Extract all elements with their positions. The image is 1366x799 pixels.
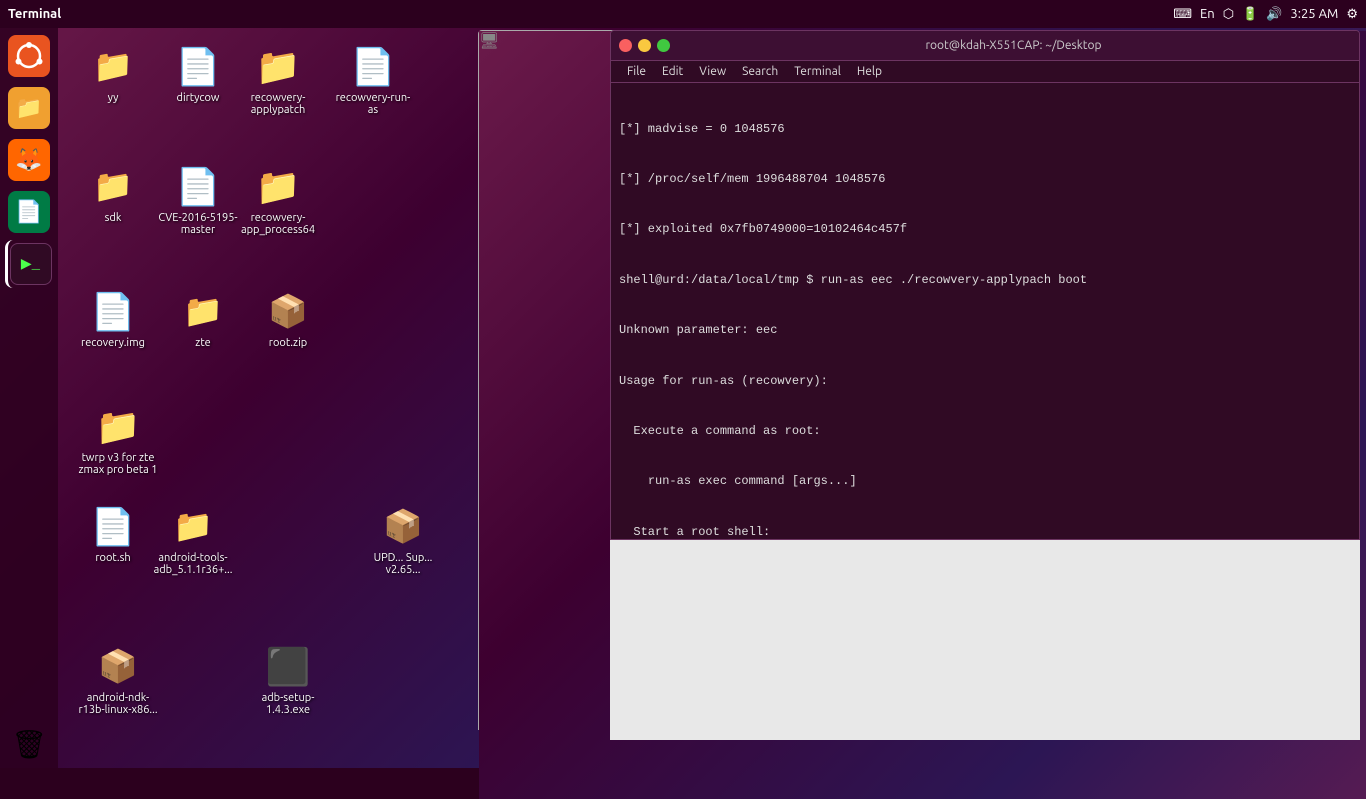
desktop-icon-zte[interactable]: 📁 zte	[158, 283, 248, 353]
panel-left: Terminal	[0, 7, 61, 21]
term-line-8: run-as exec command [args...]	[619, 473, 1351, 490]
folder-recowvery-app-icon: 📁	[254, 162, 302, 210]
file-recowvery-run-as-icon: 📄	[349, 42, 397, 90]
icon-label-cve: CVE-2016-5195-master	[157, 212, 239, 236]
bluetooth-icon[interactable]: ⬡	[1223, 7, 1234, 22]
terminal-scroll-area	[610, 540, 1360, 740]
term-line-6: Usage for run-as (recowvery):	[619, 373, 1351, 390]
firefox-icon: 🦊	[8, 139, 50, 181]
desktop-icon-yy[interactable]: 📁 yy	[68, 38, 158, 108]
libreoffice-icon: 📄	[8, 191, 50, 233]
file-cve-icon: 📄	[174, 162, 222, 210]
top-panel: Terminal ⌨ En ⬡ 🔋 🔊 3:25 AM ⚙	[0, 0, 1366, 28]
term-menu-file[interactable]: File	[619, 63, 654, 80]
launcher-terminal[interactable]: ▶_	[5, 240, 53, 288]
folder-adb-tools-icon: 📁	[169, 502, 217, 550]
clock: 3:25 AM	[1290, 7, 1338, 21]
files-icon: 📁	[8, 87, 50, 129]
exe-adb-setup-icon: ⬛	[264, 642, 312, 690]
term-menu-search[interactable]: Search	[734, 63, 786, 80]
desktop-icon-adb-setup[interactable]: ⬛ adb-setup-1.4.3.exe	[243, 638, 333, 720]
icon-label-yy: yy	[108, 92, 119, 104]
launcher-libreoffice[interactable]: 📄	[5, 188, 53, 236]
desktop-icon-adb-tools[interactable]: 📁 android-tools-adb_5.1.1r36+...	[148, 498, 238, 580]
desktop-icon-recovery-img[interactable]: 📄 recovery.img	[68, 283, 158, 353]
term-close-button[interactable]	[619, 39, 632, 52]
launcher-files[interactable]: 📁	[5, 84, 53, 132]
term-titlebar: root@kdah-X551CAP: ~/Desktop	[611, 31, 1359, 61]
term-line-7: Execute a command as root:	[619, 423, 1351, 440]
launcher: 📁 🦊 📄 ▶_ 🗑	[0, 28, 58, 768]
desktop-icon-root-zip[interactable]: 📦 root.zip	[243, 283, 333, 353]
panel-right: ⌨ En ⬡ 🔋 🔊 3:25 AM ⚙	[1173, 7, 1366, 22]
folder-sdk-icon: 📁	[89, 162, 137, 210]
icon-label-root-sh: root.sh	[95, 552, 130, 564]
term-menu-view[interactable]: View	[691, 63, 734, 80]
term-body[interactable]: [*] madvise = 0 1048576 [*] /proc/self/m…	[611, 83, 1359, 539]
icon-label-dirtycow: dirtycow	[177, 92, 220, 104]
zip-ndk-icon: 📦	[94, 642, 142, 690]
folder-recowvery-applypatch-icon: 📁	[254, 42, 302, 90]
term-menubar: File Edit View Search Terminal Help	[611, 61, 1359, 83]
keyboard-icon[interactable]: ⌨	[1173, 7, 1192, 22]
battery-icon[interactable]: 🔋	[1242, 7, 1258, 22]
desktop-icon-sdk[interactable]: 📁 sdk	[68, 158, 158, 228]
icon-label-ndk: android-ndk-r13b-linux-x86...	[76, 692, 161, 716]
term-line-1: [*] madvise = 0 1048576	[619, 121, 1351, 138]
icon-label-adb-tools: android-tools-adb_5.1.1r36+...	[152, 552, 234, 576]
launcher-trash[interactable]: 🗑	[5, 720, 53, 768]
terminal-window: root@kdah-X551CAP: ~/Desktop File Edit V…	[610, 30, 1360, 540]
en-lang-indicator[interactable]: En	[1200, 7, 1215, 21]
term-menu-help[interactable]: Help	[849, 63, 890, 80]
desktop-icon-root-sh[interactable]: 📄 root.sh	[68, 498, 158, 568]
zip-root-icon: 📦	[264, 287, 312, 335]
desktop-icon-ndk[interactable]: 📦 android-ndk-r13b-linux-x86...	[68, 638, 168, 720]
launcher-firefox[interactable]: 🦊	[5, 136, 53, 184]
term-line-4: shell@urd:/data/local/tmp $ run-as eec .…	[619, 272, 1351, 289]
system-settings-icon[interactable]: ⚙	[1346, 7, 1358, 22]
trash-icon: 🗑	[8, 723, 50, 765]
icon-label-recowvery-app: recowvery-app_process64	[237, 212, 319, 236]
terminal-app-icon: ▶_	[10, 243, 52, 285]
icon-label-upd: UPD... Sup... v2.65...	[362, 552, 444, 576]
icon-label-twrp: twrp v3 for zte zmax pro beta 1	[76, 452, 161, 476]
term-line-3: [*] exploited 0x7fb0749000=10102464c457f	[619, 221, 1351, 238]
icon-label-sdk: sdk	[105, 212, 122, 224]
file-dirtycow-icon: 📄	[174, 42, 222, 90]
icon-label-root-zip: root.zip	[269, 337, 307, 349]
folder-yy-icon: 📁	[89, 42, 137, 90]
icon-label-recovery-img: recovery.img	[81, 337, 145, 349]
launcher-ubuntu[interactable]	[5, 32, 53, 80]
term-line-2: [*] /proc/self/mem 1996488704 1048576	[619, 171, 1351, 188]
icon-label-recowvery-run-as: recowvery-run-as	[332, 92, 414, 116]
term-line-9: Start a root shell:	[619, 524, 1351, 539]
desktop-icon-recowvery-app[interactable]: 📁 recowvery-app_process64	[233, 158, 323, 240]
term-line-5: Unknown parameter: eec	[619, 322, 1351, 339]
file-root-sh-icon: 📄	[89, 502, 137, 550]
desktop-icon-recowvery-run-as[interactable]: 📄 recowvery-run-as	[328, 38, 418, 120]
term-menu-terminal[interactable]: Terminal	[786, 63, 849, 80]
icon-label-adb-setup: adb-setup-1.4.3.exe	[247, 692, 329, 716]
desktop-icon-recowvery-applypatch[interactable]: 📁 recowvery-applypatch	[233, 38, 323, 120]
panel-app-name: Terminal	[8, 7, 61, 21]
ubuntu-logo-icon	[8, 35, 50, 77]
volume-icon[interactable]: 🔊	[1266, 7, 1282, 22]
term-menu-edit[interactable]: Edit	[654, 63, 691, 80]
icon-label-zte: zte	[195, 337, 210, 349]
desktop-icon-dirtycow[interactable]: 📄 dirtycow	[153, 38, 243, 108]
desktop-icon-cve[interactable]: 📄 CVE-2016-5195-master	[153, 158, 243, 240]
desktop-icon-twrp[interactable]: 📁 twrp v3 for zte zmax pro beta 1	[68, 398, 168, 480]
folder-zte-icon: 📁	[179, 287, 227, 335]
desktop-icon-upd[interactable]: 📦 UPD... Sup... v2.65...	[358, 498, 448, 580]
zip-upd-icon: 📦	[379, 502, 427, 550]
folder-twrp-icon: 📁	[94, 402, 142, 450]
term-minimize-button[interactable]	[638, 39, 651, 52]
file-recovery-img-icon: 📄	[89, 287, 137, 335]
term-title: root@kdah-X551CAP: ~/Desktop	[676, 39, 1351, 52]
term-maximize-button[interactable]	[657, 39, 670, 52]
icon-label-recowvery-applypatch: recowvery-applypatch	[237, 92, 319, 116]
